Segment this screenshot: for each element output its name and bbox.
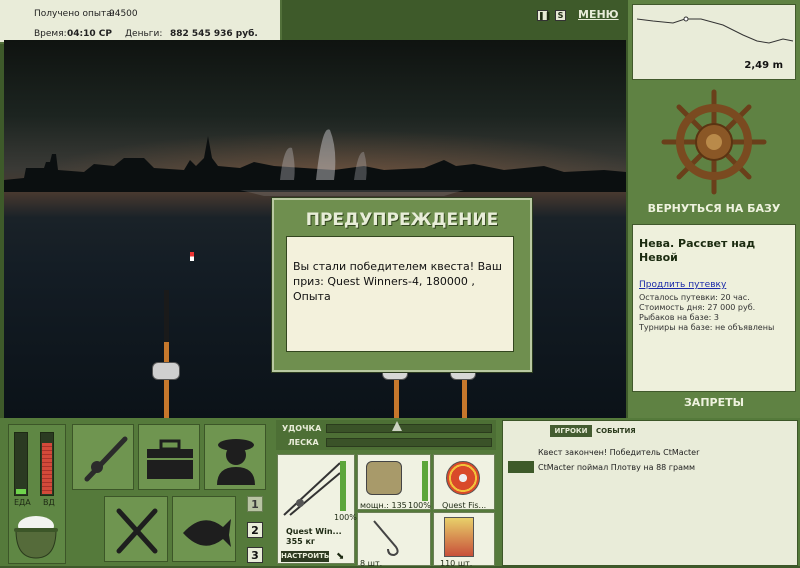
- rod-slot[interactable]: 100% Quest Win... 355 кг НАСТРОИТЬ ⬊: [277, 454, 357, 564]
- time-value: 04:10 СР: [67, 29, 112, 39]
- chat-message: Квест закончен! Победитель CtMacter: [538, 448, 700, 457]
- dialog-title: ПРЕДУПРЕЖДЕНИЕ: [305, 210, 499, 230]
- line-spool-icon: [446, 461, 480, 495]
- tension-marker-icon: [392, 421, 402, 431]
- rod-icon: [84, 436, 128, 482]
- fork-knife-icon: [116, 508, 158, 554]
- hook-icon: [373, 520, 399, 557]
- location-name: Нева. Рассвет над Невой: [639, 237, 756, 264]
- rod-durability-bar: [340, 461, 346, 511]
- day-cost: Стоимость дня: 27 000 руб.: [639, 303, 756, 312]
- reel-durability-bar: [422, 461, 428, 501]
- bait-count: 110 шт.: [440, 559, 473, 568]
- water-meter: [40, 432, 54, 496]
- line-slot[interactable]: Quest Fis...: [433, 454, 495, 510]
- tackle-box-icon: [147, 439, 193, 479]
- xp-label: Получено опыта:: [34, 9, 115, 19]
- depth-value: 2,49 m: [744, 60, 783, 71]
- rod-durability: 100%: [334, 513, 357, 522]
- tab-players[interactable]: ИГРОКИ: [550, 425, 592, 437]
- rod-tension-bar: [326, 424, 492, 433]
- speaker-icon[interactable]: S: [555, 10, 566, 21]
- bobber-float[interactable]: [190, 252, 194, 261]
- player-info-panel: Получено опыта: 94500 Время: 04:10 СР Де…: [0, 0, 282, 44]
- tournaments-status: Турниры на базе: не объявлены: [639, 323, 775, 332]
- line-tension-bar: [326, 438, 492, 447]
- bait-slot[interactable]: 110 шт.: [433, 512, 495, 568]
- xp-value: 94500: [109, 9, 138, 19]
- extend-pass-link[interactable]: Продлить путевку: [639, 280, 726, 290]
- arrow-icon: ⬊: [336, 551, 345, 562]
- food-label: ЕДА: [14, 498, 31, 507]
- slot-1-button[interactable]: 1: [247, 496, 263, 512]
- reel-icon: [366, 461, 402, 495]
- rod-tackle-button[interactable]: [72, 424, 134, 490]
- hook-slot[interactable]: 8 шт.: [357, 512, 431, 568]
- rod-tension-label: УДОЧКА: [282, 424, 322, 433]
- remaining-time: Осталось путевки: 20 час.: [639, 293, 750, 302]
- chat-message: CtMacter поймал Плотву на 88 грамм: [538, 463, 696, 472]
- tab-events[interactable]: СОБЫТИЯ: [596, 427, 636, 435]
- reel-icon: [152, 362, 180, 380]
- warning-dialog: ПРЕДУПРЕЖДЕНИЕ Вы стали победителем квес…: [272, 198, 532, 372]
- menu-button[interactable]: МЕНЮ: [578, 8, 619, 21]
- rod-weight: 355 кг: [286, 537, 316, 546]
- line-name: Quest Fis...: [442, 501, 487, 510]
- food-pot-icon[interactable]: [12, 512, 60, 562]
- location-info: Нева. Рассвет над Невой Продлить путевку…: [632, 224, 796, 392]
- food-meter: [14, 432, 28, 496]
- water-label: ВД: [43, 498, 55, 507]
- money-label: Деньги:: [125, 29, 163, 39]
- money-value: 882 545 936 руб.: [170, 29, 258, 39]
- tackle-box-button[interactable]: [138, 424, 200, 490]
- time-label: Время:: [34, 29, 67, 39]
- eat-button[interactable]: [104, 496, 168, 562]
- reel-slot[interactable]: мощн.: 135 100%: [357, 454, 431, 510]
- bans-button[interactable]: ЗАПРЕТЫ: [632, 396, 796, 409]
- bait-pack-icon: [444, 517, 474, 557]
- reel-power: мощн.: 135: [360, 501, 407, 510]
- setup-button[interactable]: НАСТРОИТЬ: [281, 551, 329, 562]
- slot-2-button[interactable]: 2: [247, 522, 263, 538]
- hook-count: 8 шт.: [360, 559, 383, 568]
- fishing-rod-1[interactable]: [164, 290, 169, 418]
- ships-wheel-icon[interactable]: ВЕРНУТЬСЯ НА БАЗУ: [632, 86, 796, 218]
- reel-durability: 100%: [408, 501, 431, 510]
- return-to-base-button[interactable]: ВЕРНУТЬСЯ НА БАЗУ: [632, 202, 796, 215]
- depth-profile: 2,49 m: [632, 4, 796, 80]
- pause-icon[interactable]: ❚❚: [537, 10, 551, 21]
- chat-panel: [502, 420, 798, 566]
- rod-name: Quest Win...: [286, 527, 342, 536]
- catch-button[interactable]: [172, 496, 236, 562]
- line-tension-label: ЛЕСКА: [288, 438, 319, 447]
- fisherman-icon: [217, 439, 255, 485]
- fish-icon: [508, 461, 534, 473]
- character-button[interactable]: [204, 424, 266, 490]
- fishers-count: Рыбаков на базе: 3: [639, 313, 719, 322]
- slot-3-button[interactable]: 3: [247, 547, 263, 563]
- fish-icon: [183, 519, 231, 547]
- dialog-message: Вы стали победителем квеста! Ваш приз: Q…: [286, 236, 514, 352]
- rod-icon: [283, 462, 341, 516]
